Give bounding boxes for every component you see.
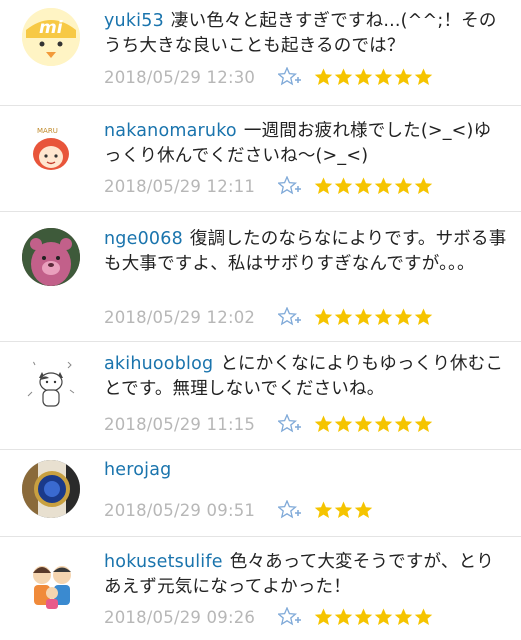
star-icon[interactable] — [314, 177, 333, 195]
star-icon[interactable] — [414, 68, 433, 86]
comment-date[interactable]: 2018/05/29 12:11 — [104, 177, 278, 196]
star-icon[interactable] — [334, 415, 353, 433]
star-icon[interactable] — [314, 68, 333, 86]
star-icon[interactable] — [314, 308, 333, 326]
add-star-button[interactable] — [278, 67, 314, 87]
star-list — [314, 501, 373, 519]
comment-item: mi yuki53 凄い色々と起きすぎですね...(^^;！そのうち大きな良いこと… — [0, 0, 521, 106]
comment-list: mi yuki53 凄い色々と起きすぎですね...(^^;！そのうち大きな良いこと… — [0, 0, 521, 640]
star-icon[interactable] — [354, 177, 373, 195]
star-icon[interactable] — [394, 177, 413, 195]
comment-item: MARU nakanomaruko 一週間お疲れ様でした(>_<)ゆっくり休んでく… — [0, 106, 521, 212]
star-icon[interactable] — [314, 608, 333, 626]
comment-date[interactable]: 2018/05/29 12:02 — [104, 308, 278, 327]
add-star-icon — [278, 607, 301, 626]
girl-avatar-icon: MARU — [22, 120, 80, 178]
avatar[interactable] — [22, 553, 80, 611]
star-icon[interactable] — [374, 415, 393, 433]
star-icon[interactable] — [374, 308, 393, 326]
avatar[interactable] — [22, 460, 80, 518]
comment-date[interactable]: 2018/05/29 12:30 — [104, 68, 278, 87]
star-icon[interactable] — [394, 68, 413, 86]
watch-avatar-icon — [22, 460, 80, 518]
star-icon[interactable] — [414, 177, 433, 195]
avatar[interactable] — [22, 228, 80, 286]
svg-text:mi: mi — [39, 18, 64, 38]
star-icon[interactable] — [354, 308, 373, 326]
star-icon[interactable] — [354, 501, 373, 519]
add-star-icon — [278, 414, 301, 433]
add-star-button[interactable] — [278, 500, 314, 520]
avatar[interactable]: MARU — [22, 120, 80, 178]
star-icon[interactable] — [414, 308, 433, 326]
star-icon[interactable] — [354, 68, 373, 86]
star-icon[interactable] — [374, 177, 393, 195]
star-icon[interactable] — [334, 177, 353, 195]
comment-username[interactable]: nge0068 — [104, 229, 183, 249]
add-star-icon — [278, 307, 301, 326]
avatar[interactable] — [22, 356, 80, 414]
comment-item: nge0068 復調したのならなによりです。サボる事も大事ですよ、私はサボりすぎな… — [0, 212, 521, 342]
avatar[interactable]: mi — [22, 8, 80, 66]
comment-item: akihuooblog とにかくなによりもゆっくり休むことです。無理しないでくださ… — [0, 342, 521, 450]
comment-item: hokusetsulife 色々あって大変そうですが、とりあえず元気になってよかっ… — [0, 537, 521, 640]
star-list — [314, 608, 433, 626]
add-star-icon — [278, 67, 301, 86]
comment-username[interactable]: nakanomaruko — [104, 121, 237, 141]
star-list — [314, 177, 433, 195]
star-icon[interactable] — [314, 415, 333, 433]
star-icon[interactable] — [394, 308, 413, 326]
add-star-button[interactable] — [278, 414, 314, 434]
comment-username[interactable]: herojag — [104, 460, 171, 480]
comment-username[interactable]: akihuooblog — [104, 354, 213, 374]
cat-avatar-icon — [22, 356, 80, 414]
star-icon[interactable] — [354, 415, 373, 433]
comment-date[interactable]: 2018/05/29 09:26 — [104, 608, 278, 627]
comment-date[interactable]: 2018/05/29 11:15 — [104, 415, 278, 434]
star-icon[interactable] — [414, 608, 433, 626]
comment-username[interactable]: yuki53 — [104, 11, 164, 31]
star-icon[interactable] — [334, 608, 353, 626]
star-icon[interactable] — [334, 68, 353, 86]
star-icon[interactable] — [354, 608, 373, 626]
star-list — [314, 68, 433, 86]
add-star-button[interactable] — [278, 176, 314, 196]
comment-username[interactable]: hokusetsulife — [104, 552, 223, 572]
chick-avatar-icon: mi — [22, 8, 80, 66]
add-star-button[interactable] — [278, 607, 314, 627]
family-avatar-icon — [22, 553, 80, 611]
star-icon[interactable] — [314, 501, 333, 519]
add-star-icon — [278, 176, 301, 195]
star-icon[interactable] — [374, 68, 393, 86]
star-icon[interactable] — [394, 608, 413, 626]
star-icon[interactable] — [334, 308, 353, 326]
comment-date[interactable]: 2018/05/29 09:51 — [104, 501, 278, 520]
comment-item: herojag 2018/05/29 09:51 — [0, 450, 521, 537]
star-icon[interactable] — [334, 501, 353, 519]
star-icon[interactable] — [394, 415, 413, 433]
star-list — [314, 415, 433, 433]
add-star-icon — [278, 500, 301, 519]
add-star-button[interactable] — [278, 307, 314, 327]
star-icon[interactable] — [414, 415, 433, 433]
svg-text:MARU: MARU — [37, 127, 58, 135]
star-icon[interactable] — [374, 608, 393, 626]
bear-avatar-icon — [22, 228, 80, 286]
star-list — [314, 308, 433, 326]
